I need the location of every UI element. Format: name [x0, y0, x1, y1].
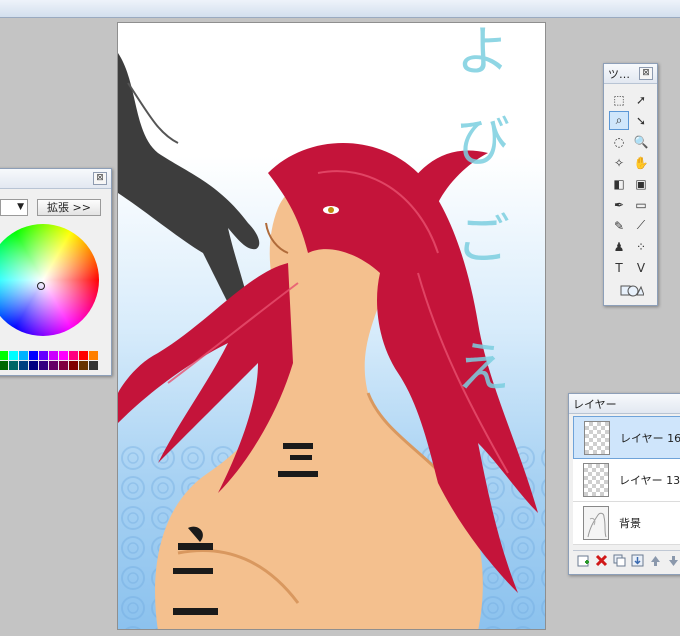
layer-row[interactable]: 背景 [573, 502, 680, 545]
palette-swatch[interactable] [39, 351, 49, 361]
layer-list: レイヤー 16 レイヤー 13 背景 [573, 416, 680, 545]
layer-panel-header[interactable]: レイヤー [569, 394, 680, 414]
palette-swatch[interactable] [19, 351, 29, 361]
tool-panel: ツ… ⊠ ⬚ ➚ ⌕ ➘ ◌ 🔍 ✧ ✋ ◧ ▣ ✒ ▭ ✎ ⟋ ♟ ⁘ T V [603, 63, 658, 306]
bucket-icon[interactable]: ◧ [609, 174, 629, 193]
select-arrow-icon[interactable]: ➘ [631, 111, 651, 130]
tool-panel-header[interactable]: ツ… ⊠ [604, 64, 657, 84]
color-cursor[interactable] [37, 282, 45, 290]
palette-swatch[interactable] [0, 361, 9, 371]
layer-panel-title: レイヤー [573, 397, 617, 411]
title-char-4: え [456, 336, 510, 399]
layer-thumbnail [583, 506, 609, 540]
move-up-icon[interactable] [648, 553, 663, 568]
layer-thumbnail [583, 463, 609, 497]
stamp-icon[interactable]: ♟ [609, 237, 629, 256]
layer-name: レイヤー 16 [620, 431, 680, 445]
layer-toolbar [573, 550, 680, 570]
pen-icon[interactable]: ✒ [609, 195, 629, 214]
tool-panel-close-button[interactable]: ⊠ [639, 67, 653, 80]
title-char-2: び [456, 110, 510, 173]
shape-tool-icon[interactable] [620, 282, 644, 298]
pencil-icon[interactable]: ✎ [609, 216, 629, 235]
palette-swatch[interactable] [9, 361, 19, 371]
palette-swatch[interactable] [19, 361, 29, 371]
gradient-icon[interactable]: ▣ [631, 174, 651, 193]
eraser-icon[interactable]: ▭ [631, 195, 651, 214]
tool-grid: ⬚ ➚ ⌕ ➘ ◌ 🔍 ✧ ✋ ◧ ▣ ✒ ▭ ✎ ⟋ ♟ ⁘ T V [609, 90, 653, 279]
palette-swatch[interactable] [39, 361, 49, 371]
merge-down-icon[interactable] [630, 553, 645, 568]
palette-swatch[interactable] [49, 361, 59, 371]
layer-row[interactable]: レイヤー 13 [573, 459, 680, 502]
title-char-3: ご [456, 208, 510, 271]
color-palette [0, 351, 99, 371]
new-layer-icon[interactable] [576, 553, 591, 568]
color-mode-select[interactable]: ▼ [0, 199, 28, 216]
select-rect-icon[interactable]: ⬚ [609, 90, 629, 109]
ellipse-select-icon[interactable]: ◌ [609, 132, 629, 151]
title-char-1: よ [456, 22, 510, 83]
move-arrow-icon[interactable]: ➚ [631, 90, 651, 109]
magic-wand-icon[interactable]: ✧ [609, 153, 629, 172]
palette-swatch[interactable] [59, 351, 69, 361]
lasso-icon[interactable]: ⌕ [609, 111, 629, 130]
layer-thumbnail [584, 420, 610, 455]
tool-panel-title: ツ… [608, 67, 630, 81]
chevron-down-icon: ▼ [17, 202, 24, 212]
hue-wheel[interactable] [0, 224, 99, 336]
zoom-icon[interactable]: 🔍 [631, 132, 651, 151]
layer-name: レイヤー 13 [619, 474, 680, 487]
palette-swatch[interactable] [0, 351, 9, 361]
palette-swatch[interactable] [29, 351, 39, 361]
drawing-canvas[interactable]: よ び ご え [117, 22, 546, 630]
color-panel-header[interactable]: ⊠ [0, 169, 111, 189]
vertical-text-icon[interactable]: V [631, 258, 651, 277]
text-icon[interactable]: T [609, 258, 629, 277]
palette-swatch[interactable] [89, 361, 99, 371]
palette-swatch[interactable] [69, 351, 79, 361]
hand-icon[interactable]: ✋ [631, 153, 651, 172]
layer-row[interactable]: レイヤー 16 [573, 416, 680, 459]
palette-swatch[interactable] [79, 351, 89, 361]
color-circle-panel: ⊠ ▼ 拡張 >> [0, 168, 112, 376]
color-panel-close-button[interactable]: ⊠ [93, 172, 107, 185]
delete-layer-icon[interactable] [594, 553, 609, 568]
palette-swatch[interactable] [9, 351, 19, 361]
background-thumb-sketch [587, 512, 607, 538]
palette-swatch[interactable] [89, 351, 99, 361]
layer-panel: レイヤー レイヤー 16 レイヤー 13 背景 [568, 393, 680, 575]
palette-swatch[interactable] [79, 361, 89, 371]
palette-swatch[interactable] [49, 351, 59, 361]
app-top-bar [0, 0, 680, 18]
move-down-icon[interactable] [666, 553, 680, 568]
airbrush-icon[interactable]: ⁘ [631, 237, 651, 256]
palette-swatch[interactable] [29, 361, 39, 371]
palette-swatch[interactable] [69, 361, 79, 371]
layer-name: 背景 [619, 517, 641, 530]
palette-swatch[interactable] [59, 361, 69, 371]
duplicate-layer-icon[interactable] [612, 553, 627, 568]
expand-button[interactable]: 拡張 >> [37, 199, 101, 216]
eyedropper-icon[interactable]: ⟋ [631, 216, 651, 235]
